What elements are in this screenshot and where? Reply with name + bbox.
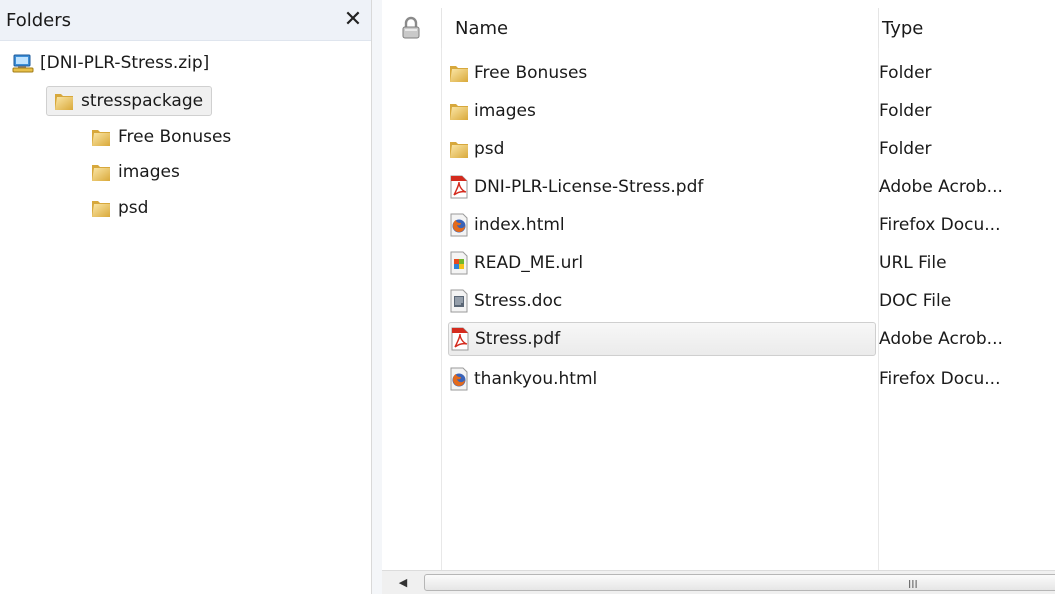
file-name: Free Bonuses (474, 63, 588, 83)
doc-file-icon (448, 289, 470, 313)
tree-item-zip[interactable]: [DNI-PLR-Stress.zip] (12, 48, 209, 78)
file-name: READ_ME.url (474, 253, 584, 273)
tree-item-label: [DNI-PLR-Stress.zip] (40, 53, 210, 73)
name-cell[interactable]: index.html (448, 208, 876, 242)
folder-icon (90, 197, 112, 219)
zip-archive-icon (12, 53, 34, 73)
name-cell[interactable]: READ_ME.url (448, 246, 876, 280)
column-header-name[interactable]: Name (441, 8, 877, 48)
folder-icon (448, 138, 470, 160)
file-type: Adobe Acrob... (879, 329, 1003, 349)
file-name: images (474, 101, 536, 121)
file-row-stress-pdf[interactable]: Stress.pdf Adobe Acrob... (448, 322, 1055, 356)
folders-header: Folders ✕ (0, 0, 371, 41)
file-row-thankyou-html[interactable]: thankyou.html Firefox Docu... (448, 362, 1055, 396)
name-cell[interactable]: psd (448, 132, 876, 166)
file-row-license-pdf[interactable]: DNI-PLR-License-Stress.pdf Adobe Acrob..… (448, 170, 1055, 204)
name-cell[interactable]: images (448, 94, 876, 128)
file-type: Folder (879, 101, 932, 121)
file-type: Firefox Docu... (879, 369, 1001, 389)
file-name: DNI-PLR-License-Stress.pdf (474, 177, 704, 197)
tree-item-label: images (118, 162, 180, 182)
file-type: Folder (879, 139, 932, 159)
file-type: DOC File (879, 291, 952, 311)
pdf-icon (449, 327, 471, 351)
file-row-psd[interactable]: psd Folder (448, 132, 1055, 166)
folder-icon (448, 100, 470, 122)
file-name: psd (474, 139, 505, 159)
file-type: Firefox Docu... (879, 215, 1001, 235)
file-type: URL File (879, 253, 947, 273)
folder-icon (53, 90, 75, 112)
name-cell[interactable]: Free Bonuses (448, 56, 876, 90)
file-row-index-html[interactable]: index.html Firefox Docu... (448, 208, 1055, 242)
name-cell[interactable]: Stress.pdf (448, 322, 876, 356)
tree-item-stresspackage[interactable]: stresspackage (46, 86, 213, 116)
file-row-free-bonuses[interactable]: Free Bonuses Folder (448, 56, 1055, 90)
pdf-icon (448, 175, 470, 199)
folders-title: Folders (6, 10, 72, 31)
tree-item-images[interactable]: images (90, 157, 180, 187)
folder-icon (448, 62, 470, 84)
file-name: Stress.doc (474, 291, 563, 311)
close-folders-button[interactable]: ✕ (340, 7, 366, 33)
firefox-document-icon (448, 213, 470, 237)
file-name: index.html (474, 215, 565, 235)
lock-icon (400, 16, 422, 40)
pane-splitter[interactable] (372, 0, 382, 594)
file-name: Stress.pdf (475, 329, 561, 349)
tree-item-free-bonuses[interactable]: Free Bonuses (90, 122, 231, 152)
column-header-type[interactable]: Type (878, 8, 1055, 48)
folders-pane: Folders ✕ [DNI-PLR-Stress.zip] stresspac… (0, 0, 372, 594)
url-file-icon (448, 251, 470, 275)
file-type: Folder (879, 63, 932, 83)
tree-item-label: Free Bonuses (118, 127, 232, 147)
file-row-stress-doc[interactable]: Stress.doc DOC File (448, 284, 1055, 318)
tree-item-label: stresspackage (81, 91, 204, 111)
scroll-grip: III (908, 578, 918, 591)
folder-icon (90, 126, 112, 148)
column-divider (441, 48, 442, 570)
name-cell[interactable]: DNI-PLR-License-Stress.pdf (448, 170, 876, 204)
horizontal-scrollbar[interactable]: ◀ III (382, 570, 1055, 594)
column-header-lock[interactable] (382, 8, 440, 48)
scroll-thumb[interactable]: III (424, 574, 1055, 591)
tree-item-label: psd (118, 198, 149, 218)
firefox-document-icon (448, 367, 470, 391)
name-cell[interactable]: thankyou.html (448, 362, 876, 396)
folder-icon (90, 161, 112, 183)
file-row-images[interactable]: images Folder (448, 94, 1055, 128)
file-row-readme-url[interactable]: READ_ME.url URL File (448, 246, 1055, 280)
name-cell[interactable]: Stress.doc (448, 284, 876, 318)
tree-item-psd[interactable]: psd (90, 193, 148, 223)
file-type: Adobe Acrob... (879, 177, 1003, 197)
scroll-left-button[interactable]: ◀ (394, 575, 412, 591)
file-name: thankyou.html (474, 369, 598, 389)
